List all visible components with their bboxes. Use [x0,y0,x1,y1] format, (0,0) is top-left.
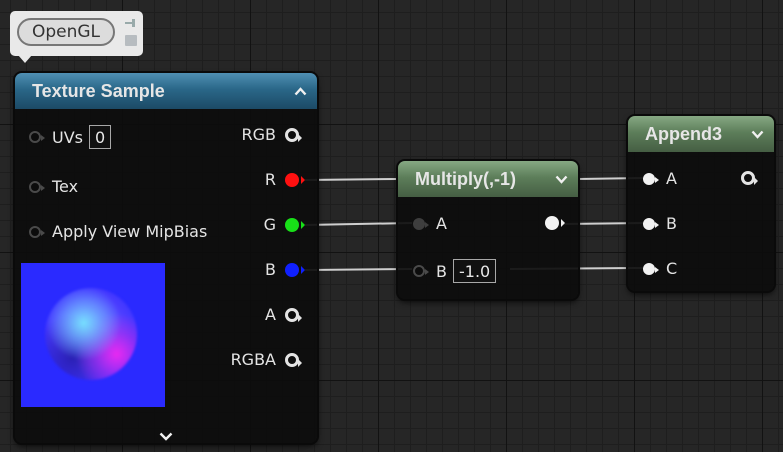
normal-map-sphere [45,288,137,380]
output-pin-a[interactable]: A [265,305,302,324]
input-pin-icon[interactable] [413,265,429,277]
uvs-value-field[interactable]: 0 [89,125,112,149]
comment-label[interactable]: OpenGL [17,18,115,46]
output-pin-icon[interactable] [285,262,305,277]
expand-chevron-down-icon[interactable] [159,426,173,441]
append3-node[interactable]: Append3 A B C [628,116,774,291]
input-pin-tex[interactable]: Tex [29,177,78,196]
input-pin-c[interactable]: C [643,259,677,278]
output-pin-rgb[interactable]: RGB [241,125,302,144]
texture-sample-node[interactable]: Texture Sample UVs 0 Tex Apply View MipB… [15,73,317,443]
input-pin-uvs[interactable]: UVs 0 [29,125,112,149]
output-pin-icon[interactable] [545,216,565,230]
pin-icon[interactable] [125,19,137,27]
collapse-chevron-up-icon[interactable] [294,87,307,96]
input-pin-icon[interactable] [413,217,429,230]
b-value-field[interactable]: -1.0 [452,259,497,283]
output-pin-icon[interactable] [741,171,758,185]
comment-bubble-icon[interactable] [125,35,137,46]
node-title: Texture Sample [32,80,165,101]
output-pin-icon[interactable] [285,127,302,142]
input-pin-icon[interactable] [29,225,45,238]
collapse-chevron-down-icon[interactable] [751,130,764,139]
output-pin-g[interactable]: G [263,215,305,234]
pin-label: UVs [52,127,83,147]
output-pin-r[interactable]: R [264,170,305,189]
input-pin-a[interactable]: A [413,214,447,233]
pin-label: R [264,170,276,189]
pin-label: A [666,169,677,188]
pin-label: B [666,214,677,233]
node-header[interactable]: Texture Sample [15,73,317,109]
collapse-chevron-down-icon[interactable] [555,175,568,184]
node-title: Multiply(,-1) [415,168,516,189]
pin-label: C [666,259,678,278]
output-pin-icon[interactable] [285,307,302,322]
pin-label: B [265,260,276,279]
output-pin-b[interactable]: B [265,260,305,279]
pin-label: B [436,261,447,281]
comment-tail [18,55,32,63]
input-pin-icon[interactable] [643,172,659,185]
input-pin-b[interactable]: B [643,214,677,233]
input-pin-icon[interactable] [29,180,45,193]
input-pin-icon[interactable] [29,131,45,143]
pin-label: A [436,214,447,233]
output-pin-result[interactable] [536,216,565,230]
pin-label: G [263,215,276,234]
input-pin-b[interactable]: B -1.0 [413,259,497,283]
node-header[interactable]: Append3 [628,116,774,152]
output-pin-icon[interactable] [285,172,305,187]
comment-bubble[interactable]: OpenGL [10,11,143,63]
input-pin-apply-view-mipbias[interactable]: Apply View MipBias [29,222,207,241]
node-title: Append3 [645,123,723,144]
pin-label: Apply View MipBias [52,222,208,241]
pin-label: Tex [52,177,79,196]
input-pin-a[interactable]: A [643,169,677,188]
output-pin-result[interactable] [732,171,758,185]
pin-label: RGBA [230,350,276,369]
wire-b-to-multiply-b [304,268,413,271]
texture-preview-image [21,263,165,407]
pin-label: A [265,305,276,324]
wire-r-to-multiply-a [304,178,399,181]
wire-g-to-multiply-a [304,222,413,226]
input-pin-icon[interactable] [643,262,659,275]
output-pin-icon[interactable] [285,352,302,367]
output-pin-icon[interactable] [285,217,305,232]
pin-label: RGB [241,125,277,144]
multiply-node[interactable]: Multiply(,-1) A B -1.0 [398,161,578,299]
input-pin-icon[interactable] [643,217,659,230]
node-header[interactable]: Multiply(,-1) [398,161,578,197]
output-pin-rgba[interactable]: RGBA [230,350,302,369]
